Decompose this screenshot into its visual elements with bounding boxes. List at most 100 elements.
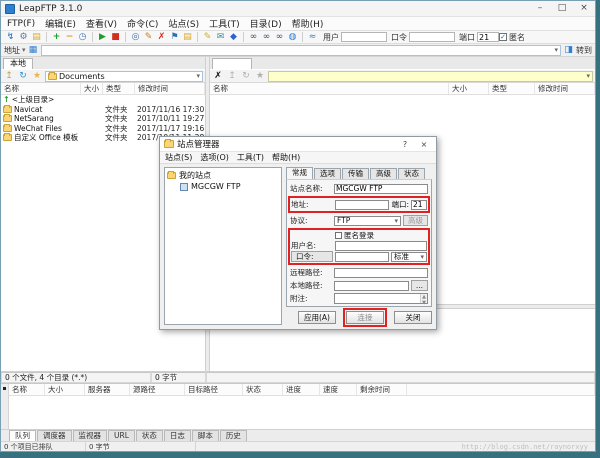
dialog-menu-site[interactable]: 站点(S) <box>165 152 192 163</box>
col-name[interactable]: 名称 <box>1 83 81 94</box>
refresh-icon[interactable] <box>17 71 29 82</box>
remote-path-dropdown-icon[interactable]: ▾ <box>586 72 590 80</box>
dialog-address-input[interactable] <box>335 200 389 210</box>
add-site-icon[interactable] <box>50 31 63 43</box>
qcol-size[interactable]: 大小 <box>45 384 85 395</box>
advanced-button[interactable]: 高级 <box>403 215 428 226</box>
close-button[interactable]: × <box>573 2 595 16</box>
tree-site-item[interactable]: MGCGW FTP <box>167 181 279 192</box>
minimize-button[interactable]: – <box>529 2 551 16</box>
tree-root-my-sites[interactable]: 我的站点 <box>167 170 279 181</box>
tab-script[interactable]: 脚本 <box>192 430 219 441</box>
go-label[interactable]: 转到 <box>576 45 592 56</box>
start-icon[interactable] <box>96 31 109 43</box>
site-tree[interactable]: 我的站点 MGCGW FTP <box>164 167 282 325</box>
menu-edit[interactable]: 编辑(E) <box>45 17 76 30</box>
tab-status[interactable]: 状态 <box>136 430 163 441</box>
tab-log[interactable]: 日志 <box>164 430 191 441</box>
menu-command[interactable]: 命令(C) <box>127 17 158 30</box>
remote-path-combo[interactable]: ▾ <box>268 71 593 82</box>
tab-scheduler[interactable]: 调度器 <box>37 430 72 441</box>
dialog-tab-options[interactable]: 选项 <box>314 168 341 179</box>
anonymous-login-checkbox[interactable] <box>335 232 342 239</box>
col-size[interactable]: 大小 <box>449 83 489 94</box>
maximize-button[interactable]: □ <box>551 2 573 16</box>
username-input[interactable] <box>335 241 427 251</box>
dialog-menu-tools[interactable]: 工具(T) <box>237 152 264 163</box>
connect-button[interactable]: 连接 <box>346 311 384 324</box>
updir-icon[interactable] <box>226 71 238 82</box>
quick-port-input[interactable] <box>477 32 499 42</box>
local-path-input[interactable] <box>334 281 409 291</box>
qcol-remaining[interactable]: 剩余时间 <box>357 384 407 395</box>
queue-list[interactable] <box>9 396 595 429</box>
col-type[interactable]: 类型 <box>103 83 135 94</box>
qcol-status[interactable]: 状态 <box>243 384 283 395</box>
stop-icon[interactable] <box>109 31 122 43</box>
site-name-input[interactable] <box>334 184 428 194</box>
remote-path-input[interactable] <box>334 268 428 278</box>
notes-scrollbar[interactable]: ▲▼ <box>420 294 427 303</box>
updir-icon[interactable] <box>3 71 15 82</box>
protocol-combo[interactable]: FTP ▾ <box>334 216 401 226</box>
local-path-combo[interactable]: Documents ▾ <box>45 71 203 82</box>
quick-password-input[interactable] <box>409 32 455 42</box>
sync-icon[interactable] <box>227 31 240 43</box>
find-prev-icon[interactable] <box>273 31 286 43</box>
dialog-help-button[interactable]: ? <box>397 138 413 150</box>
address-dropdown-icon[interactable]: ▾ <box>22 46 26 54</box>
password-input[interactable] <box>335 252 389 262</box>
favorites-icon[interactable] <box>31 71 43 82</box>
find-next-icon[interactable] <box>260 31 273 43</box>
col-type[interactable]: 类型 <box>489 83 535 94</box>
dialog-menu-options[interactable]: 选项(O) <box>200 152 229 163</box>
tab-local[interactable]: 本地 <box>3 58 33 69</box>
tab-url[interactable]: URL <box>108 430 135 441</box>
qcol-source[interactable]: 源路径 <box>130 384 185 395</box>
tab-monitor[interactable]: 监视器 <box>73 430 108 441</box>
view-icon[interactable] <box>129 31 142 43</box>
qcol-progress[interactable]: 进度 <box>283 384 320 395</box>
notes-textarea[interactable]: ▲▼ <box>334 293 428 304</box>
dialog-tab-status[interactable]: 状态 <box>398 168 425 179</box>
anonymous-checkbox[interactable]: ✓ <box>499 33 507 41</box>
makedir-icon[interactable] <box>181 31 194 43</box>
delete-icon[interactable] <box>155 31 168 43</box>
dialog-tab-transfer[interactable]: 传输 <box>342 168 369 179</box>
refresh-icon[interactable] <box>240 71 252 82</box>
menu-ftp[interactable]: FTP(F) <box>7 19 35 29</box>
qcol-server[interactable]: 服务器 <box>85 384 130 395</box>
dialog-close-button[interactable]: × <box>416 138 432 150</box>
dialog-close-action-button[interactable]: 关闭 <box>394 311 432 324</box>
quick-user-input[interactable] <box>341 32 387 42</box>
goto-icon[interactable] <box>168 31 181 43</box>
dialog-menu-help[interactable]: 帮助(H) <box>272 152 300 163</box>
qcol-speed[interactable]: 速度 <box>320 384 357 395</box>
menu-view[interactable]: 查看(V) <box>86 17 117 30</box>
transfer-mode-icon[interactable] <box>306 31 319 43</box>
tab-queue[interactable]: 队列 <box>9 430 36 441</box>
abort-icon[interactable]: ✗ <box>212 71 224 82</box>
col-size[interactable]: 大小 <box>81 83 103 94</box>
browse-button[interactable]: ... <box>411 280 428 291</box>
schedule-icon[interactable] <box>76 31 89 43</box>
col-modified[interactable]: 修改时间 <box>535 83 595 94</box>
dialog-tab-advanced[interactable]: 高级 <box>370 168 397 179</box>
menu-tools[interactable]: 工具(T) <box>209 17 240 30</box>
settings-icon[interactable] <box>17 31 30 43</box>
menu-site[interactable]: 站点(S) <box>168 17 199 30</box>
connect-icon[interactable] <box>4 31 17 43</box>
col-modified[interactable]: 修改时间 <box>135 83 205 94</box>
dialog-port-input[interactable] <box>411 200 427 210</box>
folder-cache-icon[interactable] <box>30 31 43 43</box>
edit-icon[interactable] <box>142 31 155 43</box>
go-icon[interactable] <box>563 44 574 56</box>
remove-site-icon[interactable] <box>63 31 76 43</box>
password-button[interactable]: 口令: <box>291 251 333 262</box>
address-combo-arrow-icon[interactable]: ▾ <box>554 46 558 54</box>
password-mode-combo[interactable]: 标准 ▾ <box>391 252 427 262</box>
rename-icon[interactable] <box>201 31 214 43</box>
local-path-dropdown-icon[interactable]: ▾ <box>196 72 200 80</box>
menu-directory[interactable]: 目录(D) <box>250 17 282 30</box>
tab-history[interactable]: 历史 <box>220 430 247 441</box>
